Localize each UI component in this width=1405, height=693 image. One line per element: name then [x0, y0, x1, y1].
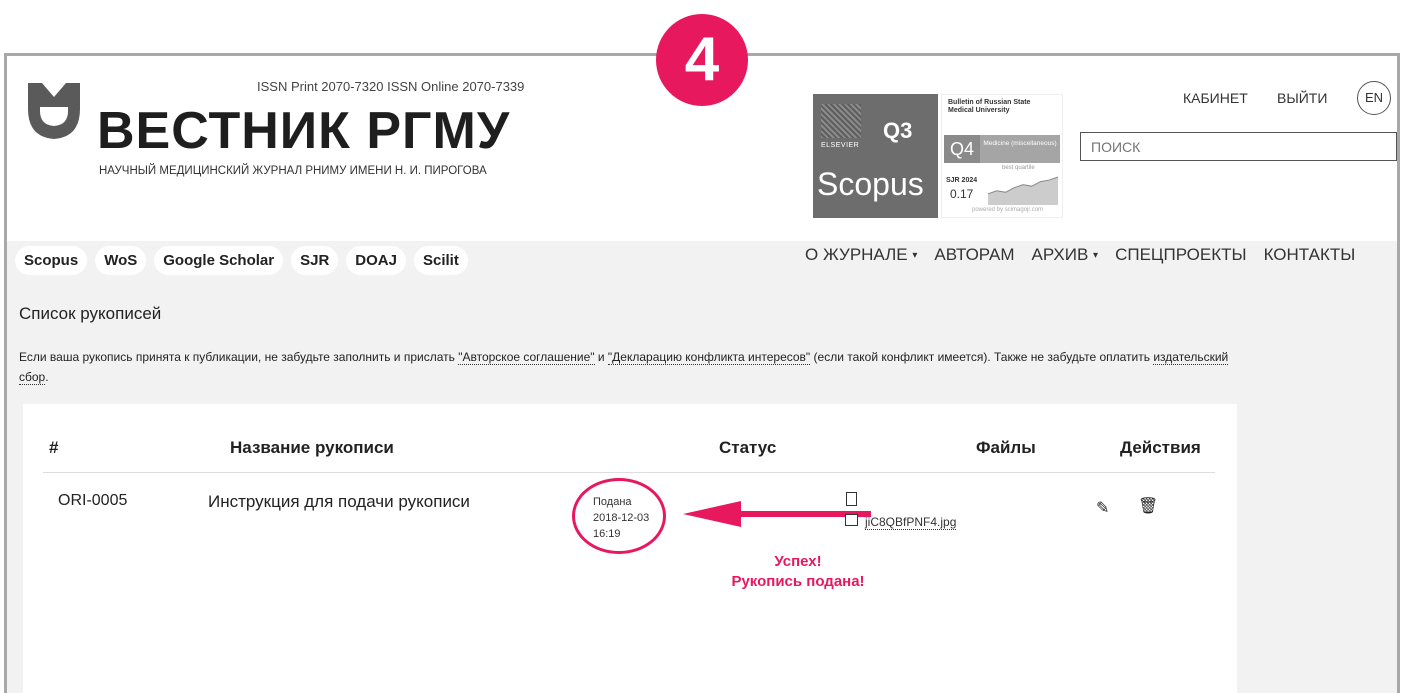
page-title: Список рукописей [19, 304, 162, 323]
badge-sjr[interactable]: SJR [291, 246, 339, 275]
sjr-value: 0.17 [950, 187, 974, 201]
document-file-icon[interactable] [846, 492, 857, 506]
badge-scopus[interactable]: Scopus [15, 246, 88, 275]
index-badges: Scopus WoS Google Scholar SJR DOAJ Scili… [15, 246, 468, 275]
notice-text: и [594, 350, 608, 364]
success-line-2: Рукопись подана! [731, 573, 865, 590]
sjr-category: Medicine (miscellaneous) [980, 135, 1060, 163]
nav-about-label: О ЖУРНАЛЕ [805, 245, 908, 264]
notice-text: (если такой конфликт имеется). Также не … [810, 350, 1154, 364]
nav-archive[interactable]: АРХИВ ▾ [1032, 245, 1099, 265]
col-header-status: Статус [719, 438, 777, 457]
sjr-quartile: Q4 [944, 135, 980, 163]
conflict-declaration-link[interactable]: "Декларацию конфликта интересов" [607, 350, 811, 365]
edit-icon[interactable]: ✎ [1096, 498, 1109, 518]
main-nav: О ЖУРНАЛЕ ▾ АВТОРАМ АРХИВ ▾ СПЕЦПРОЕКТЫ … [805, 245, 1355, 265]
notice-text: . [45, 370, 49, 384]
nav-contacts[interactable]: КОНТАКТЫ [1264, 245, 1356, 265]
manuscript-id: ORI-0005 [58, 492, 128, 509]
badge-wos[interactable]: WoS [95, 246, 147, 275]
nav-special[interactable]: СПЕЦПРОЕКТЫ [1115, 245, 1247, 265]
elsevier-label: ELSEVIER [821, 142, 860, 149]
col-header-actions: Действия [1120, 438, 1201, 457]
sjr-powered: powered by scimagojr.com [972, 207, 1044, 213]
journal-logo-icon [28, 83, 80, 139]
step-number-badge: 4 [656, 14, 748, 106]
badge-doaj[interactable]: DOAJ [346, 246, 406, 275]
submission-notice: Если ваша рукопись принята к публикации,… [19, 347, 1239, 387]
header-divider [43, 472, 1215, 473]
sjr-widget[interactable]: Bulletin of Russian State Medical Univer… [941, 94, 1063, 218]
author-agreement-link[interactable]: "Авторское соглашение" [458, 350, 595, 365]
scopus-quartile: Q3 [883, 118, 913, 143]
success-line-1: Успех! [774, 553, 822, 570]
image-file-icon[interactable] [845, 514, 858, 526]
elsevier-tree-icon [821, 104, 861, 138]
manuscript-name[interactable]: Инструкция для подачи рукописи [208, 492, 470, 512]
chevron-down-icon: ▾ [912, 250, 918, 262]
col-header-files: Файлы [976, 438, 1036, 457]
col-header-name: Название рукописи [230, 438, 394, 457]
badge-google-scholar[interactable]: Google Scholar [154, 246, 284, 275]
nav-authors[interactable]: АВТОРАМ [934, 245, 1014, 265]
success-annotation: Успех! Рукопись подана! [723, 552, 873, 592]
col-header-id: # [49, 438, 59, 457]
sjr-trend-chart [987, 176, 1059, 205]
chevron-down-icon: ▾ [1093, 250, 1099, 262]
sjr-journal-name: Bulletin of Russian State Medical Univer… [948, 99, 1031, 114]
highlight-circle [572, 478, 666, 554]
nav-about[interactable]: О ЖУРНАЛЕ ▾ [805, 245, 917, 265]
browser-frame: ISSN Print 2070-7320 ISSN Online 2070-73… [4, 53, 1400, 693]
logout-link[interactable]: ВЫЙТИ [1277, 90, 1327, 106]
issn-text: ISSN Print 2070-7320 ISSN Online 2070-73… [257, 79, 525, 94]
sjr-best-quartile: best quartile [1002, 165, 1035, 171]
journal-subtitle: НАУЧНЫЙ МЕДИЦИНСКИЙ ЖУРНАЛ РНИМУ ИМЕНИ Н… [99, 165, 487, 177]
scopus-badge[interactable]: Q3 ELSEVIER Scopus [813, 94, 938, 218]
scopus-wordmark: Scopus [817, 166, 924, 202]
delete-icon[interactable]: 🗑 [1138, 496, 1158, 516]
manuscripts-table: # Название рукописи Статус Файлы Действи… [23, 404, 1237, 693]
notice-text: Если ваша рукопись принята к публикации,… [19, 350, 459, 364]
account-link[interactable]: КАБИНЕТ [1183, 90, 1248, 106]
file-link[interactable]: jiC8QBfPNF4.jpg [865, 515, 957, 530]
sjr-year: SJR 2024 [946, 177, 978, 184]
nav-archive-label: АРХИВ [1031, 245, 1089, 264]
badge-scilit[interactable]: Scilit [413, 246, 468, 275]
journal-brand[interactable]: ВЕСТНИК РГМУ [97, 100, 510, 162]
language-button[interactable]: EN [1357, 81, 1391, 115]
search-input[interactable] [1080, 132, 1397, 161]
